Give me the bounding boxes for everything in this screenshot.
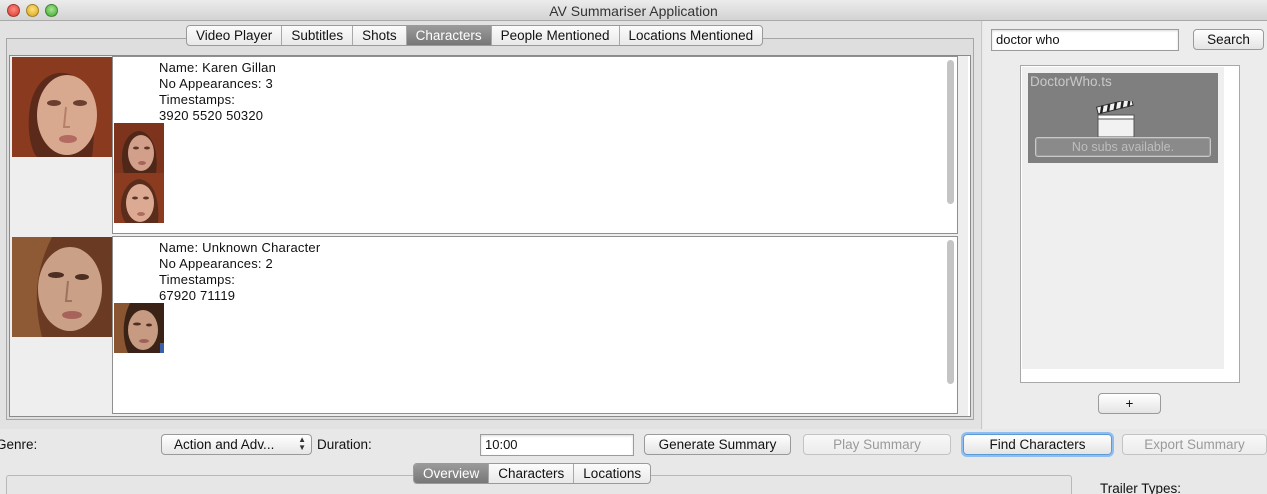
character-timestamps: 3920 5520 50320 bbox=[159, 108, 264, 123]
row-scrollbar[interactable] bbox=[947, 240, 954, 384]
tab-people-mentioned[interactable]: People Mentioned bbox=[492, 26, 620, 45]
subs-status-badge: No subs available. bbox=[1035, 137, 1211, 157]
characters-list[interactable]: Name: Karen Gillan No Appearances: 3 Tim… bbox=[9, 55, 971, 417]
select-arrows-icon: ▲ ▼ bbox=[298, 435, 306, 452]
export-summary-button[interactable]: Export Summary bbox=[1122, 434, 1267, 455]
file-item[interactable]: DoctorWho.ts No subs available. bbox=[1028, 73, 1218, 163]
appearance-thumbnail[interactable] bbox=[114, 303, 164, 353]
summary-tab-bar: Overview Characters Locations bbox=[413, 463, 652, 484]
clapperboard-icon bbox=[1094, 97, 1138, 140]
generate-summary-button[interactable]: Generate Summary bbox=[644, 434, 791, 455]
duration-input[interactable]: 10:00 bbox=[480, 434, 634, 456]
character-timestamps: 67920 71119 bbox=[159, 288, 236, 303]
search-button[interactable]: Search bbox=[1193, 29, 1264, 50]
duration-label: Duration: bbox=[317, 437, 372, 452]
tab-locations-mentioned[interactable]: Locations Mentioned bbox=[620, 26, 763, 45]
file-list-content: DoctorWho.ts No subs available. bbox=[1022, 67, 1224, 369]
find-characters-button[interactable]: Find Characters bbox=[963, 434, 1112, 455]
play-summary-button[interactable]: Play Summary bbox=[803, 434, 951, 455]
timestamps-label: Timestamps: bbox=[159, 272, 236, 287]
character-row: Name: Karen Gillan No Appearances: 3 Tim… bbox=[10, 56, 968, 236]
genre-select[interactable]: Action and Adv... ▲ ▼ bbox=[161, 434, 312, 455]
genre-select-value: Action and Adv... bbox=[174, 437, 275, 452]
tab-subtitles[interactable]: Subtitles bbox=[282, 26, 354, 45]
timestamps-label: Timestamps: bbox=[159, 92, 236, 107]
tab-shots[interactable]: Shots bbox=[353, 26, 407, 45]
character-details: Name: Unknown Character No Appearances: … bbox=[159, 240, 320, 304]
main-panel: Video Player Subtitles Shots Characters … bbox=[0, 21, 982, 429]
character-info-panel: Name: Unknown Character No Appearances: … bbox=[112, 236, 958, 414]
title-bar: AV Summariser Application bbox=[0, 0, 1267, 21]
trailer-types-label: Trailer Types: bbox=[1100, 481, 1182, 494]
add-file-button[interactable]: + bbox=[1098, 393, 1161, 414]
tab-summary-locations[interactable]: Locations bbox=[574, 464, 650, 483]
right-panel: doctor who Search DoctorWho.ts No subs a… bbox=[983, 21, 1267, 429]
tab-characters[interactable]: Characters bbox=[406, 26, 492, 45]
window-title: AV Summariser Application bbox=[549, 3, 718, 19]
row-scrollbar[interactable] bbox=[947, 60, 954, 204]
file-list[interactable]: DoctorWho.ts No subs available. bbox=[1020, 65, 1240, 383]
main-tab-bar: Video Player Subtitles Shots Characters … bbox=[186, 25, 764, 46]
character-name: Name: Karen Gillan bbox=[159, 60, 277, 75]
appearance-thumbnail[interactable] bbox=[114, 123, 164, 173]
genre-label: Genre: bbox=[0, 437, 38, 452]
tab-summary-characters[interactable]: Characters bbox=[489, 464, 575, 483]
appearance-thumbnail[interactable] bbox=[114, 173, 164, 223]
character-details: Name: Karen Gillan No Appearances: 3 Tim… bbox=[159, 60, 276, 124]
character-face-image bbox=[12, 57, 112, 157]
characters-tab-content: Name: Karen Gillan No Appearances: 3 Tim… bbox=[6, 38, 974, 420]
character-row: Name: Unknown Character No Appearances: … bbox=[10, 236, 968, 416]
search-input[interactable]: doctor who bbox=[991, 29, 1179, 51]
character-appearances: No Appearances: 3 bbox=[159, 76, 273, 91]
character-face-image bbox=[12, 237, 112, 337]
tab-video-player[interactable]: Video Player bbox=[187, 26, 283, 45]
character-name: Name: Unknown Character bbox=[159, 240, 321, 255]
tab-overview[interactable]: Overview bbox=[414, 464, 490, 483]
file-name: DoctorWho.ts bbox=[1030, 74, 1112, 89]
character-appearances: No Appearances: 2 bbox=[159, 256, 273, 271]
character-info-panel: Name: Karen Gillan No Appearances: 3 Tim… bbox=[112, 56, 958, 234]
